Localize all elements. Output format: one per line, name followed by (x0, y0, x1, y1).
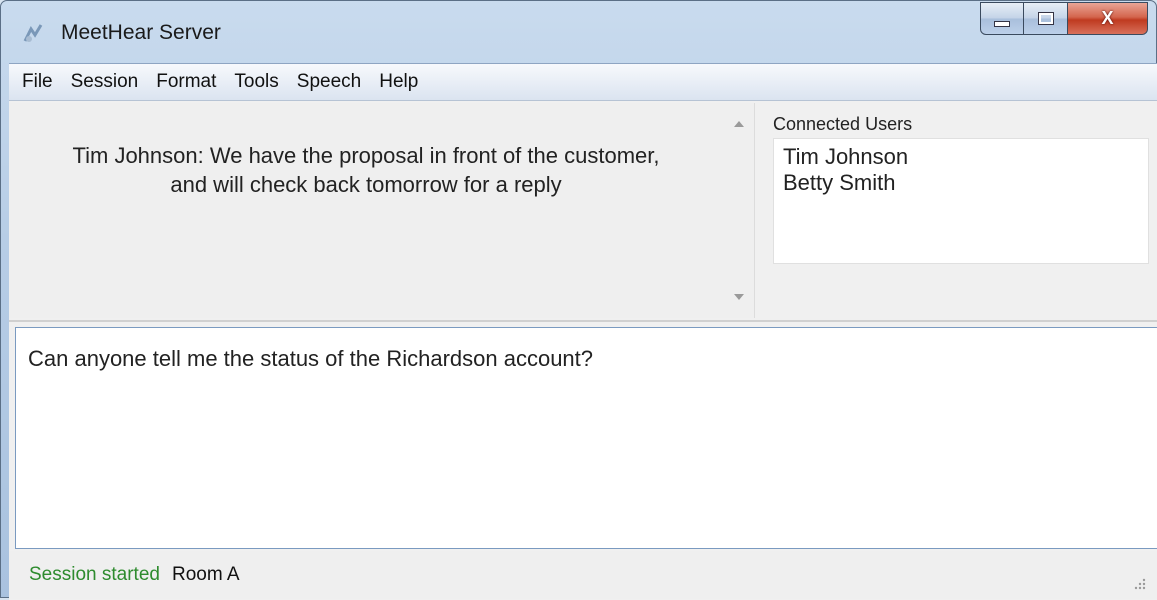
client-area: File Session Format Tools Speech Help Ti… (9, 63, 1157, 600)
transcript-line: Tim Johnson: We have the proposal in fro… (72, 143, 660, 168)
menu-tools[interactable]: Tools (225, 67, 287, 97)
transcript-line: and will check back tomorrow for a reply (170, 172, 562, 197)
user-item[interactable]: Betty Smith (783, 170, 1139, 196)
caption-buttons: X (980, 2, 1148, 36)
status-bar: Session started Room A (9, 551, 1157, 599)
room-name: Room A (171, 564, 240, 585)
maximize-icon (1038, 13, 1053, 24)
session-status: Session started (29, 564, 160, 585)
scroll-down-icon[interactable] (734, 294, 744, 300)
menu-help[interactable]: Help (370, 67, 427, 97)
window-title: MeetHear Server (61, 21, 221, 44)
transcript-scrollbar[interactable] (723, 103, 755, 318)
user-item[interactable]: Tim Johnson (783, 144, 1139, 170)
app-window: MeetHear Server X File Session Format To… (0, 0, 1157, 600)
message-input-text: Can anyone tell me the status of the Ric… (28, 346, 594, 371)
minimize-icon (994, 20, 1010, 27)
connected-users-list[interactable]: Tim Johnson Betty Smith (773, 138, 1149, 264)
menu-speech[interactable]: Speech (288, 67, 370, 97)
transcript-pane[interactable]: Tim Johnson: We have the proposal in fro… (9, 103, 723, 318)
close-button[interactable]: X (1068, 2, 1148, 35)
menu-file[interactable]: File (13, 67, 62, 97)
close-icon: X (1101, 8, 1114, 28)
pane-splitter[interactable] (9, 320, 1157, 322)
minimize-button[interactable] (980, 2, 1024, 35)
menu-format[interactable]: Format (147, 67, 225, 97)
title-bar[interactable]: MeetHear Server X (1, 1, 1156, 61)
menu-session[interactable]: Session (62, 67, 148, 97)
scroll-up-icon[interactable] (734, 121, 744, 127)
app-icon (23, 24, 43, 42)
resize-grip-icon[interactable] (1131, 575, 1147, 591)
maximize-button[interactable] (1024, 2, 1068, 35)
transcript-text: Tim Johnson: We have the proposal in fro… (9, 141, 723, 199)
message-input[interactable]: Can anyone tell me the status of the Ric… (15, 327, 1157, 549)
menu-bar: File Session Format Tools Speech Help (9, 64, 1157, 101)
connected-users-label: Connected Users (773, 114, 913, 134)
